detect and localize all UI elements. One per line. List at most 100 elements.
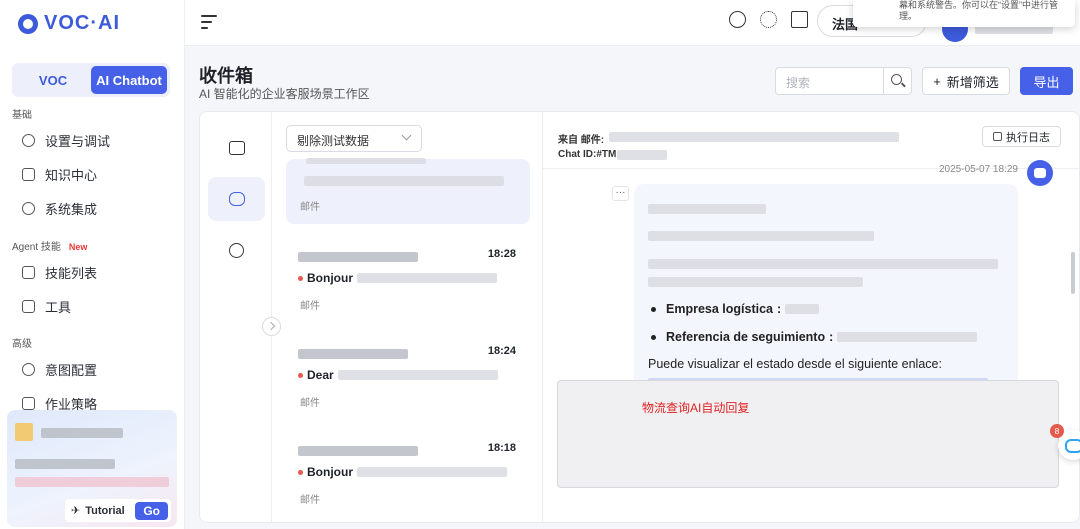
item-subject: Dear xyxy=(298,368,498,382)
preview-redacted xyxy=(304,176,504,186)
channel-label: 邮件 xyxy=(300,301,320,312)
bot-avatar-icon xyxy=(1027,160,1053,186)
conversation-list: 剔除测试数据 邮件 18:28 Bonjour 邮件 18:24 Dear 邮件… xyxy=(272,112,543,522)
notification-toast: 幕和系统警告。你可以在“设置”中进行管理。 xyxy=(853,0,1075,27)
collapse-toggle-icon[interactable] xyxy=(262,317,281,336)
item-subject: Bonjour xyxy=(298,465,507,479)
list-item[interactable]: 18:28 Bonjour 邮件 xyxy=(286,242,530,312)
go-button[interactable]: Go xyxy=(135,501,168,520)
toolbox-icon xyxy=(22,300,35,313)
section-label-text: Agent 技能 xyxy=(12,242,61,253)
sidebar-item-tools[interactable]: 工具 xyxy=(22,297,71,316)
promo-avatar xyxy=(15,423,33,441)
list-item[interactable]: 邮件 xyxy=(286,158,530,224)
promo-card: ✈ Tutorial Go xyxy=(7,410,177,527)
globe-icon[interactable] xyxy=(729,11,746,28)
rail-agent-button[interactable] xyxy=(208,228,265,272)
preview-redacted xyxy=(306,158,426,164)
item-subject: Bonjour xyxy=(298,271,497,285)
bullet-suffix: : xyxy=(777,302,782,316)
mode-chatbot-button[interactable]: AI Chatbot xyxy=(91,66,167,94)
strategy-icon xyxy=(22,397,35,410)
section-label-advanced: 高级 xyxy=(12,339,32,350)
filter-select[interactable]: 剔除测试数据 xyxy=(286,125,422,152)
edit-icon[interactable] xyxy=(791,11,808,28)
bullet-tracking: Referencia de seguimiento: xyxy=(651,330,978,344)
promo-bar-redacted xyxy=(15,477,169,487)
logo-icon xyxy=(18,13,38,34)
inbox-icon xyxy=(228,141,245,155)
unread-dot xyxy=(298,469,303,475)
plus-icon: + xyxy=(933,73,941,89)
skill-icon xyxy=(22,266,35,279)
item-time: 18:18 xyxy=(487,442,516,454)
chat-id-redacted xyxy=(617,150,667,160)
sender-redacted xyxy=(298,349,408,359)
agent-icon xyxy=(229,242,244,258)
message-redacted xyxy=(648,277,863,287)
menu-toggle-icon[interactable] xyxy=(201,15,217,33)
list-item[interactable]: 18:18 Bonjour 邮件 xyxy=(286,436,530,506)
sidebar-item-label: 知识中心 xyxy=(45,168,98,183)
sender-redacted xyxy=(298,446,418,456)
exec-log-button[interactable]: 执行日志 xyxy=(982,126,1061,147)
item-subject-text: Dear xyxy=(307,368,334,382)
channel-label: 邮件 xyxy=(300,495,320,506)
item-subject-text: Bonjour xyxy=(307,465,353,479)
sidebar-item-label: 意图配置 xyxy=(45,363,98,378)
chat-id-label: Chat ID:#TM xyxy=(558,149,617,160)
gear-icon[interactable] xyxy=(760,11,777,28)
more-options-button[interactable]: ··· xyxy=(612,186,629,201)
logo[interactable]: VOC·AI xyxy=(18,12,120,35)
new-badge: New xyxy=(68,242,88,252)
sidebar-item-label: 设置与调试 xyxy=(45,134,111,149)
logo-text: VOC·AI xyxy=(44,12,120,34)
item-time: 18:24 xyxy=(487,345,516,357)
channel-label: 邮件 xyxy=(300,398,320,409)
add-filter-button[interactable]: + 新增筛选 xyxy=(922,67,1010,95)
item-time: 18:28 xyxy=(487,248,516,260)
list-item[interactable]: 18:24 Dear 邮件 xyxy=(286,339,530,409)
search-icon[interactable] xyxy=(883,68,911,94)
filter-value: 剔除测试数据 xyxy=(297,134,370,148)
mode-switch: VOC AI Chatbot xyxy=(12,63,170,97)
detail-header: 来自 邮件: Chat ID:#TM 执行日志 xyxy=(543,112,1079,169)
sidebar-item-skills[interactable]: 技能列表 xyxy=(22,263,97,282)
bullet-carrier-label: Empresa logística xyxy=(666,302,773,316)
sidebar-item-integration[interactable]: 系统集成 xyxy=(22,199,97,218)
sender-redacted xyxy=(298,252,418,262)
sidebar-item-knowledge[interactable]: 知识中心 xyxy=(22,165,97,184)
channel-rail xyxy=(200,112,272,522)
link-intro-text: Puede visualizar el estado desde el sigu… xyxy=(648,357,942,371)
section-label-agent: Agent 技能 New xyxy=(12,238,87,253)
notification-badge: 8 xyxy=(1050,424,1064,438)
sidebar: VOC·AI VOC AI Chatbot 基础 设置与调试 知识中心 系统集成… xyxy=(0,0,185,529)
mode-voc-button[interactable]: VOC xyxy=(15,66,91,94)
scrollbar[interactable] xyxy=(1071,252,1075,294)
sidebar-item-intent[interactable]: 意图配置 xyxy=(22,360,97,379)
tutorial-label: Tutorial xyxy=(85,504,125,517)
subject-redacted xyxy=(337,370,498,380)
sidebar-item-settings[interactable]: 设置与调试 xyxy=(22,131,110,150)
reply-box[interactable]: 物流查询AI自动回复 xyxy=(557,380,1059,488)
subject-redacted xyxy=(357,273,497,283)
search-input[interactable]: 搜索 xyxy=(786,74,810,91)
bullet-carrier: Empresa logística: xyxy=(651,302,820,316)
conversation-detail: 来自 邮件: Chat ID:#TM 执行日志 2025-05-07 18:29… xyxy=(543,112,1079,522)
reply-note: 物流查询AI自动回复 xyxy=(642,401,750,415)
rail-inbox-button[interactable] xyxy=(208,126,265,170)
promo-title-redacted xyxy=(41,428,123,438)
email-redacted xyxy=(609,132,899,142)
message-redacted xyxy=(648,231,874,241)
inbox-card: 剔除测试数据 邮件 18:28 Bonjour 邮件 18:24 Dear 邮件… xyxy=(199,111,1080,523)
unread-dot xyxy=(298,372,303,378)
bulb-icon xyxy=(22,363,35,376)
section-label-basic: 基础 xyxy=(12,110,32,121)
book-icon xyxy=(22,168,35,181)
copy-icon xyxy=(993,132,1002,141)
rocket-icon: ✈ xyxy=(71,505,81,517)
item-subject-text: Bonjour xyxy=(307,271,353,285)
rail-bot-button[interactable] xyxy=(208,177,265,221)
export-button[interactable]: 导出 xyxy=(1020,67,1073,95)
tutorial-button[interactable]: ✈ Tutorial Go xyxy=(65,499,171,522)
